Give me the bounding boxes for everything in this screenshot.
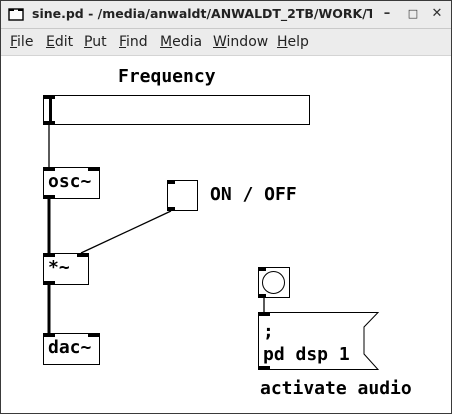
slider-knob[interactable] [49, 96, 52, 124]
menu-window-label: indow [226, 34, 269, 50]
multiply-inlet-right [77, 253, 89, 257]
menu-bar: File Edit Put Find Media Window Help [1, 29, 451, 56]
osc-object[interactable]: osc~ [43, 167, 100, 199]
frequency-label: Frequency [118, 66, 216, 87]
activate-audio-label: activate audio [260, 378, 412, 399]
menu-file[interactable]: File [10, 34, 33, 50]
menu-window-mnemonic: W [213, 34, 227, 50]
menu-put[interactable]: Put [84, 34, 107, 50]
patch-canvas[interactable]: Frequency osc~ ON / OFF *~ dac~ ; pd dsp… [1, 56, 451, 413]
menu-put-label: ut [92, 34, 107, 50]
menu-find[interactable]: Find [119, 34, 148, 50]
window-title: sine.pd - /media/anwaldt/ANWALDT_2TB/WOR… [32, 6, 372, 21]
frequency-slider[interactable] [43, 95, 310, 125]
on-off-label: ON / OFF [210, 184, 297, 205]
menu-edit-mnemonic: E [46, 34, 55, 50]
osc-outlet [43, 195, 55, 199]
pd-app-icon [8, 8, 24, 21]
dac-object[interactable]: dac~ [43, 333, 100, 365]
menu-edit-label: dit [54, 34, 74, 50]
on-off-toggle[interactable] [167, 180, 198, 211]
menu-find-label: ind [126, 34, 148, 50]
message-line-1: ; [263, 321, 274, 342]
menu-file-mnemonic: F [10, 34, 18, 50]
menu-put-mnemonic: P [84, 34, 93, 50]
menu-edit[interactable]: Edit [46, 34, 73, 50]
close-icon[interactable]: ✕ [429, 6, 445, 22]
bang-button[interactable] [258, 267, 290, 298]
multiply-label: *~ [48, 257, 70, 278]
maximize-icon[interactable]: □ [405, 6, 421, 22]
menu-media[interactable]: Media [160, 34, 202, 50]
multiply-object[interactable]: *~ [43, 253, 89, 285]
menu-help-label: elp [287, 34, 309, 50]
menu-help[interactable]: Help [277, 34, 309, 50]
menu-window[interactable]: Window [213, 34, 268, 50]
message-line-2: pd dsp 1 [263, 344, 350, 365]
dac-label: dac~ [48, 337, 92, 358]
bang-outlet [258, 294, 266, 298]
toggle-inlet [167, 180, 175, 184]
cord-toggle-to-mult [80, 210, 172, 254]
toggle-outlet [167, 207, 175, 211]
bang-inlet [258, 267, 266, 271]
menu-media-label: edia [172, 34, 203, 50]
menu-find-mnemonic: F [119, 34, 127, 50]
menu-help-mnemonic: H [277, 34, 288, 50]
title-bar[interactable]: sine.pd - /media/anwaldt/ANWALDT_2TB/WOR… [1, 1, 451, 29]
bang-circle-icon [262, 271, 285, 294]
pd-patch-window: sine.pd - /media/anwaldt/ANWALDT_2TB/WOR… [0, 0, 452, 414]
menu-media-mnemonic: M [160, 34, 173, 50]
menu-file-label: ile [17, 34, 34, 50]
osc-label: osc~ [48, 171, 92, 192]
minimize-icon[interactable]: – [379, 6, 395, 22]
multiply-outlet [43, 281, 55, 285]
